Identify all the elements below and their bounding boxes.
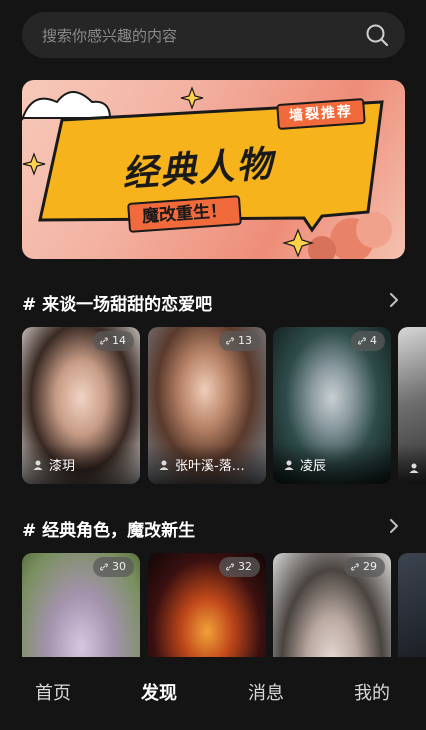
nav-item-home[interactable]: 首页 — [35, 679, 71, 705]
bottom-nav: 首页 发现 消息 我的 — [0, 657, 426, 730]
card-name: 漆玥 — [32, 455, 134, 474]
character-card[interactable]: 30 — [22, 553, 140, 657]
link-icon — [100, 337, 108, 345]
person-icon — [159, 460, 169, 470]
character-card[interactable]: 13 张叶溪-落… — [148, 327, 266, 484]
character-name: 凌辰 — [300, 459, 327, 474]
character-name: 张叶溪-落… — [175, 459, 245, 474]
count-value: 30 — [112, 560, 126, 573]
search-icon[interactable] — [365, 23, 389, 47]
card-row-classic-roles: 30 32 29 — [22, 553, 426, 657]
person-icon — [409, 463, 419, 473]
nav-item-discover[interactable]: 发现 — [141, 679, 177, 705]
count-value: 29 — [363, 560, 377, 573]
character-name: 漆玥 — [49, 459, 76, 474]
link-icon — [100, 563, 108, 571]
card-name: 张叶溪-落… — [158, 455, 260, 474]
character-card[interactable]: 29 — [273, 553, 391, 657]
count-badge: 32 — [219, 557, 260, 577]
character-card[interactable]: 14 漆玥 — [22, 327, 140, 484]
count-value: 4 — [370, 334, 377, 347]
person-icon — [284, 460, 294, 470]
count-badge: 13 — [219, 331, 260, 351]
link-icon — [226, 337, 234, 345]
section-title-classic-roles: # 经典角色，魔改新生 — [22, 521, 196, 541]
character-card[interactable]: 4 凌辰 — [273, 327, 391, 484]
count-badge: 4 — [351, 331, 385, 351]
count-badge: 14 — [93, 331, 134, 351]
character-card[interactable] — [398, 553, 426, 657]
section-title-sweet-romance: # 来谈一场甜甜的恋爱吧 — [22, 295, 213, 315]
search-bar[interactable]: 搜索你感兴趣的内容 — [22, 12, 405, 58]
banner-title: 经典人物 — [120, 143, 276, 196]
count-value: 32 — [238, 560, 252, 573]
card-name: 凌辰 — [283, 455, 385, 474]
character-avatar — [398, 553, 426, 657]
character-card[interactable] — [398, 327, 426, 484]
link-icon — [226, 563, 234, 571]
chevron-right-icon[interactable] — [388, 519, 400, 533]
nav-item-messages[interactable]: 消息 — [248, 679, 284, 705]
character-card[interactable]: 32 — [148, 553, 266, 657]
count-badge: 29 — [344, 557, 385, 577]
promo-banner[interactable]: 墙裂推荐 经典人物 魔改重生！ — [22, 80, 405, 259]
link-icon — [358, 337, 366, 345]
card-name — [408, 462, 426, 474]
count-badge: 30 — [93, 557, 134, 577]
count-value: 13 — [238, 334, 252, 347]
person-icon — [33, 460, 43, 470]
search-input[interactable]: 搜索你感兴趣的内容 — [42, 25, 177, 46]
count-value: 14 — [112, 334, 126, 347]
chevron-right-icon[interactable] — [388, 293, 400, 307]
card-row-sweet-romance: 14 漆玥 13 张叶溪-落… 4 凌辰 — [22, 327, 426, 484]
link-icon — [351, 563, 359, 571]
nav-item-profile[interactable]: 我的 — [354, 679, 390, 705]
